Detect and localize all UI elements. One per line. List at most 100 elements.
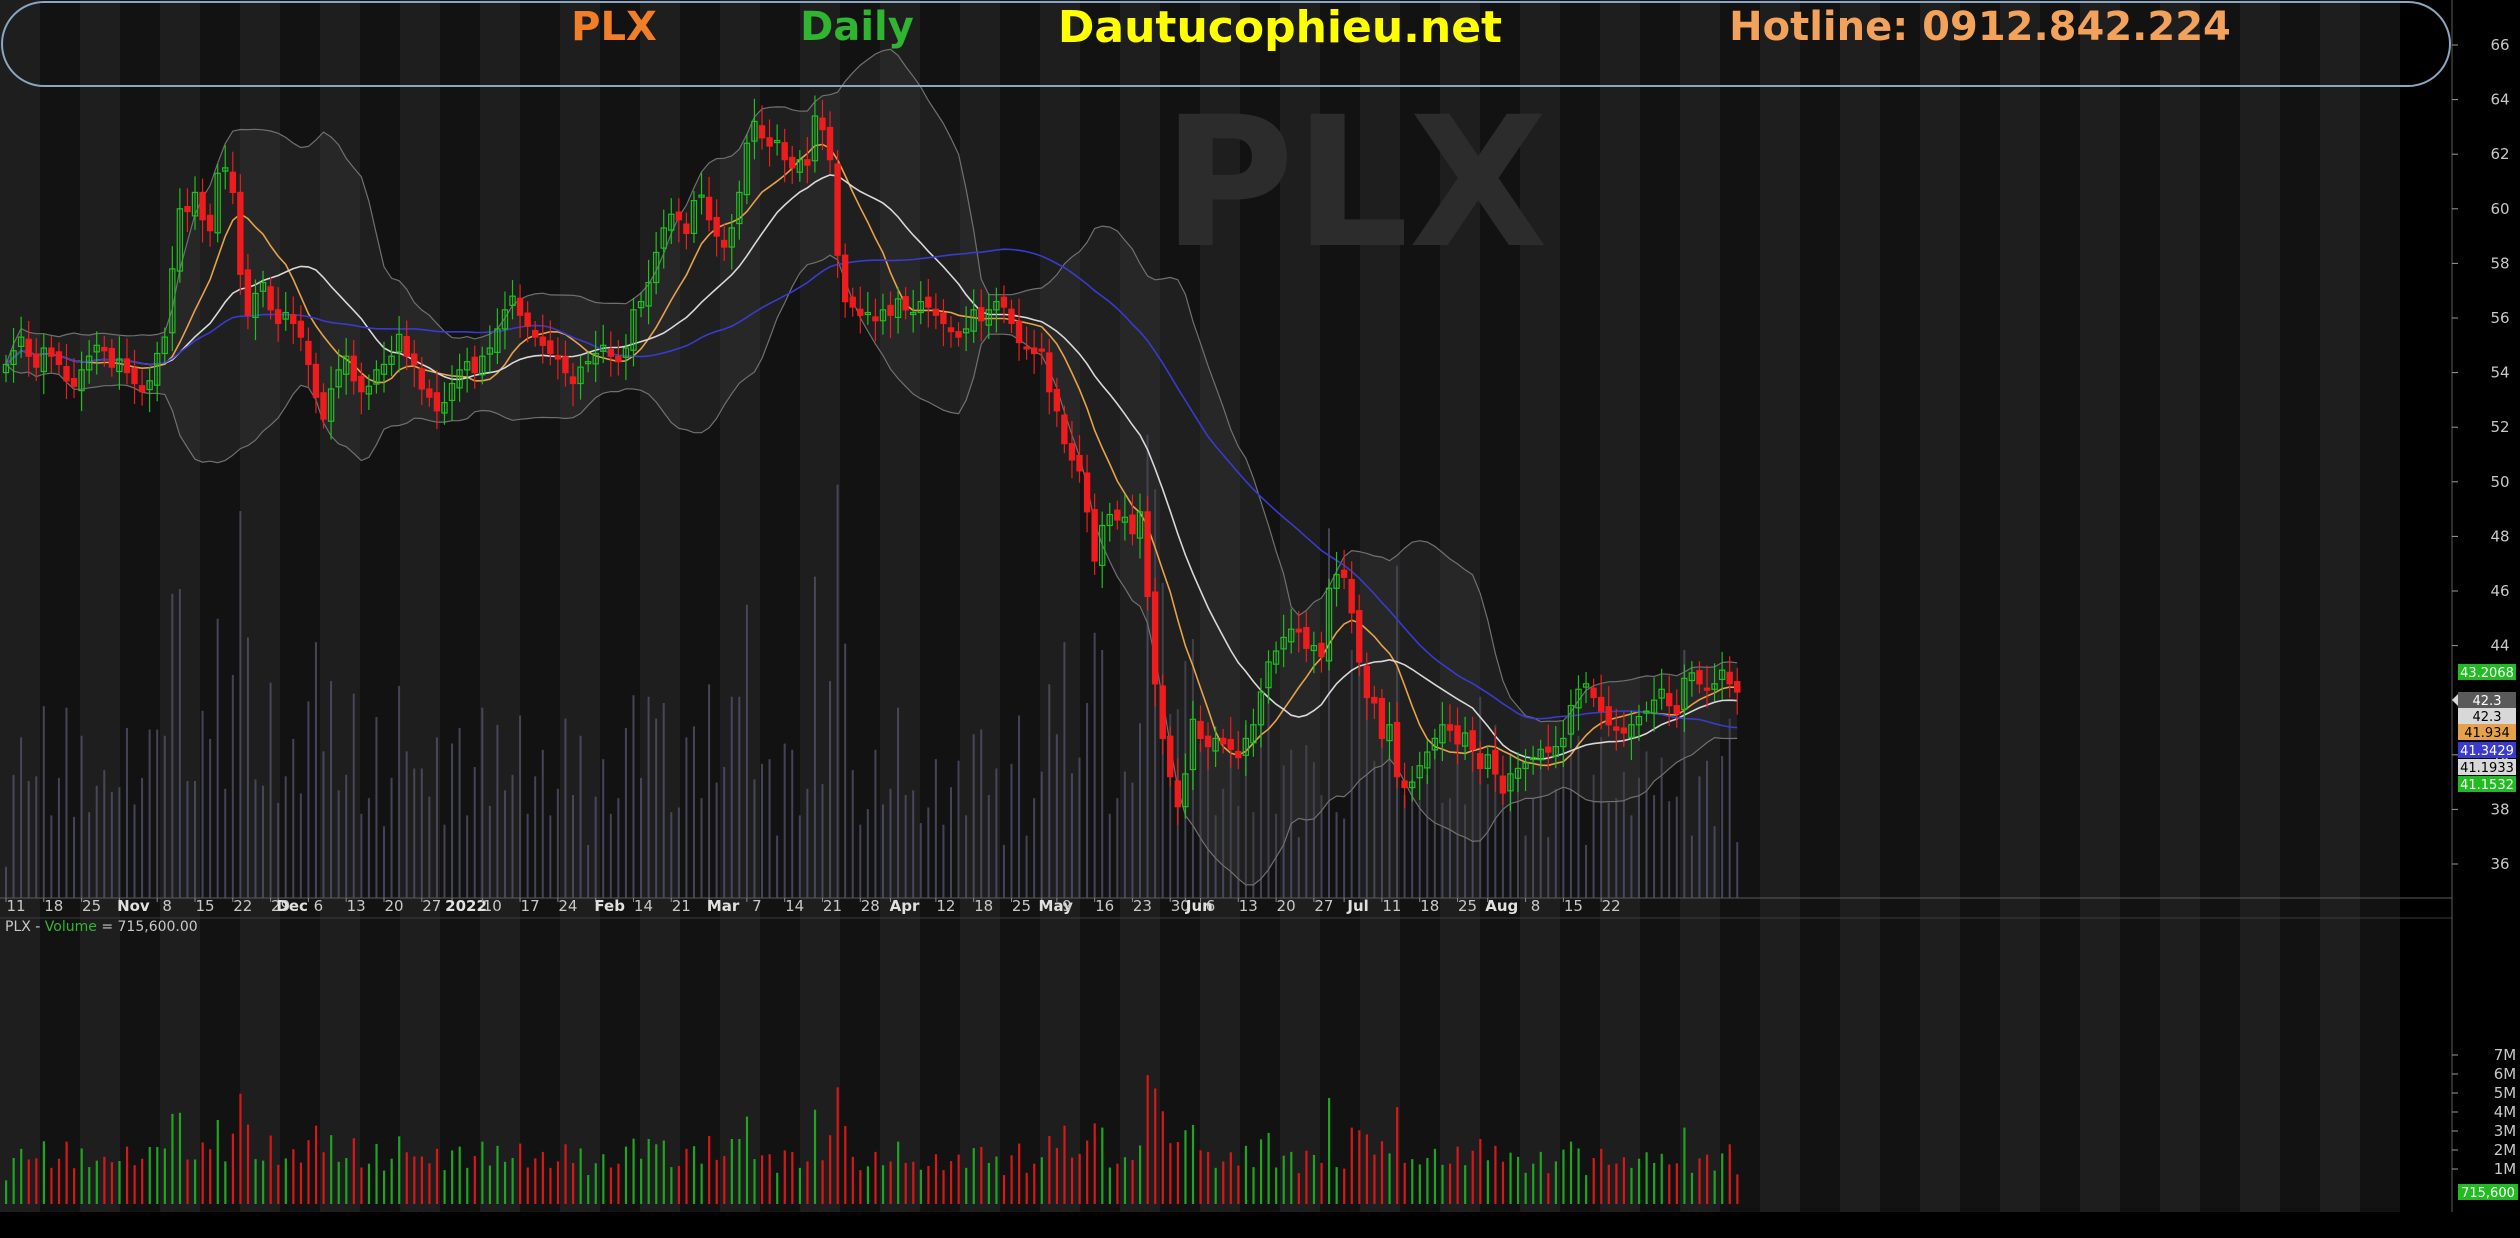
price-tick-label: 56 xyxy=(2490,309,2509,327)
volume-legend-label: Volume xyxy=(45,919,97,935)
candle-body xyxy=(33,353,40,368)
price-pane-volume-bar xyxy=(912,790,915,898)
volume-bar xyxy=(526,1167,529,1204)
candle-body xyxy=(1597,696,1605,712)
volume-bar xyxy=(1002,1175,1006,1204)
volume-bar xyxy=(534,1158,537,1204)
volume-bar xyxy=(57,1158,61,1204)
price-pane-volume-bar xyxy=(511,774,514,898)
price-tick-label: 38 xyxy=(2490,800,2509,818)
volume-bar xyxy=(1199,1150,1202,1204)
volume-bar xyxy=(503,1161,507,1204)
price-pane-volume-bar xyxy=(201,710,204,898)
volume-tick-label: 3M xyxy=(2494,1122,2517,1140)
candle-body xyxy=(1061,414,1068,445)
candle-body xyxy=(131,367,138,385)
price-tag-label: 42.3 xyxy=(2473,710,2502,725)
date-tick-label: 18 xyxy=(44,897,63,915)
price-pane-volume-bar xyxy=(428,796,431,898)
bg-column xyxy=(2240,0,2280,1212)
price-pane-volume-bar xyxy=(904,795,907,898)
price-pane-volume-bar xyxy=(1033,798,1036,898)
volume-bar xyxy=(1146,1075,1149,1204)
candle-body xyxy=(237,191,244,275)
candle-body xyxy=(297,320,305,338)
candle-body xyxy=(683,223,690,234)
price-pane-volume-bar xyxy=(277,802,280,898)
volume-bar xyxy=(1396,1107,1399,1204)
candle-body xyxy=(1008,308,1015,325)
candle-body xyxy=(1197,720,1204,740)
volume-bar xyxy=(1154,1088,1157,1204)
price-pane-volume-bar xyxy=(284,776,287,898)
candle-body xyxy=(932,308,940,316)
candle-body xyxy=(267,286,274,311)
candle-body xyxy=(1356,610,1363,663)
price-pane-volume-bar xyxy=(186,781,189,898)
volume-bar xyxy=(231,1133,234,1204)
price-pane-volume-bar xyxy=(1585,844,1588,898)
candle-body xyxy=(274,309,282,325)
price-pane-volume-bar xyxy=(209,738,212,898)
volume-bar xyxy=(919,1169,922,1204)
price-pane-volume-bar xyxy=(844,643,847,898)
volume-bar xyxy=(1373,1154,1376,1204)
volume-bar xyxy=(80,1148,83,1204)
volume-bar xyxy=(965,1167,968,1204)
volume-bar xyxy=(829,1135,832,1204)
volume-bar xyxy=(390,1158,393,1204)
volume-bar xyxy=(12,1157,15,1204)
candle-body xyxy=(531,329,539,338)
volume-bar xyxy=(110,1162,114,1204)
volume-bar xyxy=(224,1161,227,1204)
volume-bar xyxy=(700,1163,703,1204)
price-pane-volume-bar xyxy=(1373,760,1376,898)
price-pane-volume-bar xyxy=(95,785,98,898)
price-pane-volume-bar xyxy=(156,729,159,898)
price-pane-volume-bar xyxy=(322,751,325,898)
candle-body xyxy=(1696,670,1703,685)
price-pane-volume-bar xyxy=(110,791,113,898)
candle-body xyxy=(1219,737,1227,745)
candle-body xyxy=(305,340,312,366)
price-pane-volume-bar xyxy=(1698,776,1701,898)
candle-body xyxy=(1613,726,1620,731)
candle-body xyxy=(569,376,577,385)
candle-body xyxy=(63,365,70,382)
price-pane-volume-bar xyxy=(1010,763,1013,898)
price-pane-volume-bar xyxy=(556,788,559,898)
bg-column xyxy=(360,0,400,1212)
bg-column xyxy=(80,0,120,1212)
volume-bar xyxy=(813,1109,817,1204)
volume-bar xyxy=(1275,1167,1278,1204)
volume-bar xyxy=(1010,1155,1013,1204)
price-pane-volume-bar xyxy=(851,770,854,898)
volume-tick-label: 6M xyxy=(2494,1065,2517,1083)
price-pane-volume-bar xyxy=(125,727,128,898)
volume-bar xyxy=(1320,1162,1323,1204)
bg-column xyxy=(2160,0,2200,1212)
price-pane-volume-bar xyxy=(1018,715,1021,898)
price-pane-volume-bar xyxy=(798,815,801,898)
volume-bar xyxy=(987,1162,990,1204)
candle-body xyxy=(1454,725,1461,745)
price-tick-label: 60 xyxy=(2490,200,2509,218)
date-tick-label: 21 xyxy=(672,897,691,915)
volume-bar xyxy=(685,1148,688,1204)
price-pane-volume-bar xyxy=(27,781,30,898)
volume-bar xyxy=(1403,1162,1406,1204)
candle-body xyxy=(925,296,932,308)
volume-bar xyxy=(292,1149,295,1204)
volume-bar xyxy=(541,1151,544,1204)
volume-bar xyxy=(1101,1127,1104,1204)
volume-bar xyxy=(602,1154,605,1204)
bg-column xyxy=(1800,0,1840,1212)
date-tick-label: Apr xyxy=(890,897,920,915)
volume-bar xyxy=(572,1162,575,1204)
volume-bar xyxy=(254,1159,257,1204)
date-tick-label: 27 xyxy=(1314,897,1333,915)
volume-bar xyxy=(435,1148,439,1204)
bg-column xyxy=(2200,0,2240,1212)
price-pane-volume-bar xyxy=(239,511,242,898)
price-pane-volume-bar xyxy=(526,813,529,898)
